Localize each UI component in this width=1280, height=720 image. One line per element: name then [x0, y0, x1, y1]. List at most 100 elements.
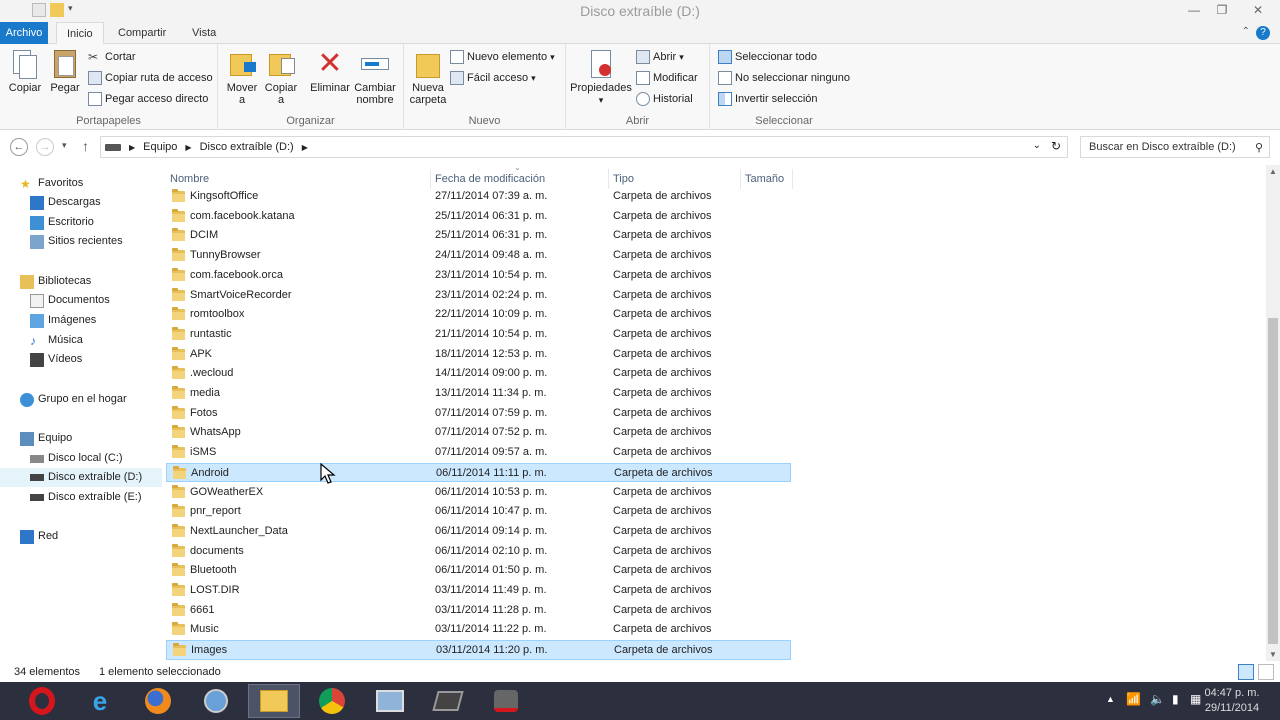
tab-vista[interactable]: Vista — [182, 22, 226, 44]
table-row[interactable]: SmartVoiceRecorder 23/11/2014 02:24 p. m.… — [166, 286, 791, 306]
up-button[interactable]: ↑ — [82, 138, 89, 154]
search-input[interactable]: Buscar en Disco extraíble (D:) ⚲ — [1080, 136, 1270, 158]
nueva-carpeta-button[interactable]: Nueva carpeta — [408, 48, 448, 106]
taskbar-internet-explorer[interactable]: e — [74, 684, 126, 718]
tray-volume-icon[interactable]: 🔈 — [1150, 692, 1165, 706]
copiar-ruta-button[interactable]: Copiar ruta de acceso — [88, 69, 213, 87]
forward-button[interactable]: → — [36, 138, 54, 156]
table-row[interactable]: com.facebook.katana 25/11/2014 06:31 p. m… — [166, 207, 791, 227]
table-row[interactable]: Android 06/11/2014 11:11 p. m. Carpeta de … — [166, 462, 791, 483]
table-row[interactable]: Music 03/11/2014 11:22 p. m. Carpeta de ar… — [166, 620, 791, 640]
table-row[interactable]: KingsoftOffice 27/11/2014 07:39 a. m. Carp… — [166, 187, 791, 207]
table-row[interactable]: romtoolbox 22/11/2014 10:09 p. m. Carpeta … — [166, 305, 791, 325]
nav-grupo-hogar[interactable]: Grupo en el hogar — [0, 390, 162, 409]
cambiar-nombre-button[interactable]: Cambiar nombre — [352, 48, 398, 106]
pegar-button[interactable]: Pegar — [46, 48, 84, 94]
cortar-button[interactable]: ✂ Cortar — [88, 48, 136, 66]
copiar-button[interactable]: Copiar — [6, 48, 44, 94]
table-row[interactable]: runtastic 21/11/2014 10:54 p. m. Carpeta d… — [166, 325, 791, 345]
refresh-icon[interactable]: ↻ — [1051, 139, 1061, 153]
address-dropdown-icon[interactable]: ⌄ — [1033, 140, 1041, 151]
mover-button[interactable]: Mover a — [224, 48, 260, 106]
pegar-acceso-button[interactable]: Pegar acceso directo — [88, 90, 208, 108]
scroll-up-icon[interactable]: ▲ — [1269, 167, 1277, 176]
propiedades-button[interactable]: Propiedades ▾ — [570, 48, 632, 106]
nav-disco-d[interactable]: Disco extraíble (D:) — [0, 468, 162, 487]
table-row[interactable]: Bluetooth 06/11/2014 01:50 p. m. Carpeta d… — [166, 561, 791, 581]
taskbar-opera[interactable] — [16, 684, 68, 718]
table-row[interactable]: GOWeatherEX 06/11/2014 10:53 p. m. Carpeta… — [166, 483, 791, 503]
table-row[interactable]: com.facebook.orca 23/11/2014 10:54 p. m. C… — [166, 266, 791, 286]
table-row[interactable]: .wecloud 14/11/2014 09:00 p. m. Carpeta de… — [166, 364, 791, 384]
taskbar-safari[interactable] — [190, 684, 242, 718]
abrir-button[interactable]: Abrir ▾ — [636, 48, 684, 66]
seleccionar-todo-button[interactable]: Seleccionar todo — [718, 48, 817, 66]
copiar-a-button[interactable]: Copiar a — [262, 48, 300, 106]
collapse-ribbon-icon[interactable]: ⌃ — [1242, 26, 1250, 37]
taskbar-app-box[interactable] — [422, 684, 474, 718]
column-nombre[interactable]: Nombre — [166, 169, 431, 189]
taskbar-app-window[interactable] — [364, 684, 416, 718]
address-bar[interactable]: ▶ Equipo ▶ Disco extraíble (D:) ▶ ⌄ ↻ — [100, 136, 1068, 158]
taskbar-app-tool[interactable] — [480, 684, 532, 718]
table-row[interactable]: APK 18/11/2014 12:53 p. m. Carpeta de arch… — [166, 345, 791, 365]
taskbar-firefox[interactable] — [132, 684, 184, 718]
table-row[interactable]: Images 03/11/2014 11:20 p. m. Carpeta de a… — [166, 640, 791, 660]
nav-bibliotecas[interactable]: Bibliotecas — [0, 272, 162, 291]
close-button[interactable]: ✕ — [1236, 0, 1280, 22]
nav-descargas[interactable]: Descargas — [0, 193, 162, 212]
taskbar-clock[interactable]: 04:47 p. m. 29/11/2014 — [1200, 686, 1264, 716]
scroll-down-icon[interactable]: ▼ — [1269, 650, 1277, 659]
taskbar-file-explorer[interactable] — [248, 684, 300, 718]
taskbar-chrome[interactable] — [306, 684, 358, 718]
nav-sitios-recientes[interactable]: Sitios recientes — [0, 232, 162, 251]
no-seleccionar-button[interactable]: No seleccionar ninguno — [718, 69, 850, 87]
table-row[interactable]: media 13/11/2014 11:34 p. m. Carpeta de ar… — [166, 384, 791, 404]
column-tamano[interactable]: Tamaño — [741, 169, 793, 189]
nav-videos[interactable]: Vídeos — [0, 350, 162, 369]
tray-show-hidden-icon[interactable]: ▲ — [1106, 694, 1115, 704]
table-row[interactable]: DCIM 25/11/2014 06:31 p. m. Carpeta de arc… — [166, 226, 791, 246]
nav-documentos[interactable]: Documentos — [0, 291, 162, 310]
modificar-button[interactable]: Modificar — [636, 69, 698, 87]
nav-disco-e[interactable]: Disco extraíble (E:) — [0, 488, 162, 507]
tab-compartir[interactable]: Compartir — [108, 22, 176, 44]
column-tipo[interactable]: Tipo — [609, 169, 741, 189]
nav-disco-c[interactable]: Disco local (C:) — [0, 449, 162, 468]
nav-favoritos[interactable]: ★ Favoritos — [0, 174, 162, 193]
tab-inicio[interactable]: Inicio — [56, 22, 104, 44]
table-row[interactable]: NextLauncher_Data 06/11/2014 09:14 p. m. C… — [166, 522, 791, 542]
back-button[interactable]: ← — [10, 138, 28, 156]
help-icon[interactable]: ? — [1256, 26, 1270, 40]
details-view-button[interactable] — [1238, 664, 1254, 680]
nav-musica[interactable]: ♪ Música — [0, 331, 162, 350]
scrollbar-thumb[interactable] — [1268, 318, 1278, 644]
breadcrumb-equipo[interactable]: Equipo — [143, 141, 177, 153]
historial-button[interactable]: Historial — [636, 90, 693, 108]
nav-imagenes[interactable]: Imágenes — [0, 311, 162, 330]
nav-red[interactable]: Red — [0, 527, 162, 546]
invertir-seleccion-button[interactable]: Invertir selección — [718, 90, 818, 108]
tray-signal-icon[interactable]: 📶 — [1126, 692, 1141, 706]
large-icons-view-button[interactable] — [1258, 664, 1274, 680]
tab-archivo[interactable]: Archivo — [0, 22, 48, 44]
table-row[interactable]: LOST.DIR 03/11/2014 11:49 p. m. Carpeta de… — [166, 581, 791, 601]
breadcrumb-disco-d[interactable]: Disco extraíble (D:) — [200, 141, 294, 153]
eliminar-button[interactable]: ✕ Eliminar — [308, 48, 352, 95]
nav-escritorio[interactable]: Escritorio — [0, 213, 162, 232]
nav-equipo[interactable]: Equipo — [0, 429, 162, 448]
recent-locations-icon[interactable]: ▾ — [62, 140, 67, 151]
table-row[interactable]: WhatsApp 07/11/2014 07:52 p. m. Carpeta de… — [166, 423, 791, 443]
table-row[interactable]: pnr_report 06/11/2014 10:47 p. m. Carpeta … — [166, 502, 791, 522]
table-row[interactable]: iSMS 07/11/2014 09:57 a. m. Carpeta de arc… — [166, 443, 791, 463]
maximize-button[interactable]: ❐ — [1208, 0, 1236, 22]
nuevo-elemento-button[interactable]: Nuevo elemento ▾ — [450, 48, 555, 66]
tray-battery-icon[interactable]: ▮ — [1172, 692, 1179, 706]
column-fecha[interactable]: Fecha de modificación — [431, 169, 609, 189]
table-row[interactable]: Fotos 07/11/2014 07:59 p. m. Carpeta de ar… — [166, 404, 791, 424]
table-row[interactable]: TunnyBrowser 24/11/2014 09:48 a. m. Carpet… — [166, 246, 791, 266]
minimize-button[interactable]: — — [1180, 0, 1208, 22]
table-row[interactable]: 6661 03/11/2014 11:28 p. m. Carpeta de arc… — [166, 601, 791, 621]
facil-acceso-button[interactable]: Fácil acceso ▾ — [450, 69, 536, 87]
table-row[interactable]: documents 06/11/2014 02:10 p. m. Carpeta d… — [166, 542, 791, 562]
